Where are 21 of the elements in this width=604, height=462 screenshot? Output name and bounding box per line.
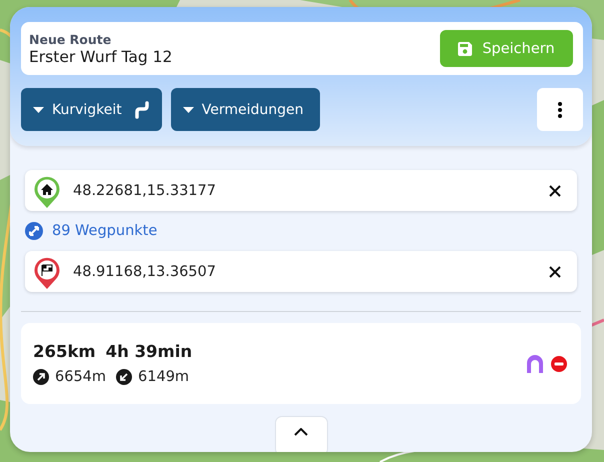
descent-icon [116, 369, 132, 385]
expand-icon[interactable] [25, 222, 43, 240]
no-entry-icon [551, 356, 567, 372]
more-icon [558, 102, 562, 118]
close-icon[interactable] [547, 182, 563, 198]
curviness-dropdown[interactable]: Kurvigkeit [21, 88, 162, 131]
ascent-icon [33, 369, 49, 385]
waypoints-link[interactable]: 89 Wegpunkte [52, 223, 158, 239]
avoidance-dropdown[interactable]: Vermeidungen [170, 88, 320, 131]
chevron-up-icon [294, 428, 308, 436]
close-icon[interactable] [547, 264, 563, 280]
duration-text: 4h 39min [106, 342, 192, 361]
route-name-field[interactable]: Erster Wurf Tag 12 [29, 48, 440, 66]
curve-icon [134, 100, 150, 118]
ascent-text: 6654m [55, 369, 106, 385]
route-label: Neue Route [29, 32, 112, 46]
descent-text: 6149m [138, 369, 190, 385]
tunnel-icon [527, 354, 543, 372]
distance-text: 265km [33, 342, 96, 361]
caret-icon [182, 106, 194, 112]
caret-icon [33, 106, 44, 112]
